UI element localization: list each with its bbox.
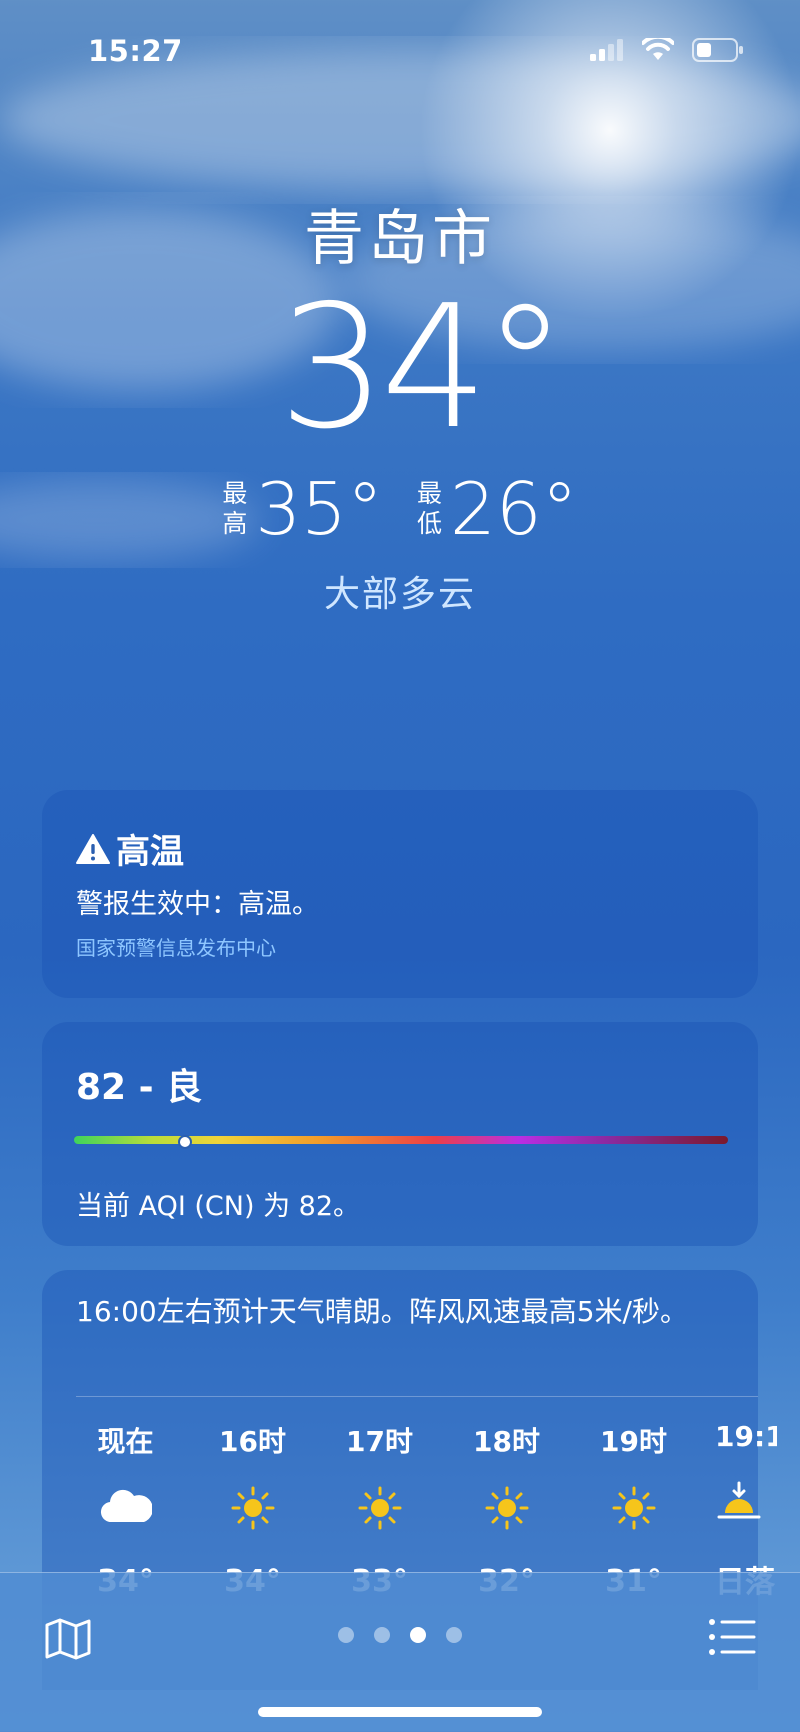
wifi-icon <box>642 38 674 60</box>
alert-title-row: 高温 <box>76 824 184 873</box>
aqi-description: 当前 AQI (CN) 为 82。 <box>76 1191 361 1222</box>
current-temperature: 34° <box>278 269 567 467</box>
high-low: 最 高 35° 最 低 26° <box>0 467 800 551</box>
high-label-char-2: 高 <box>222 509 248 538</box>
alert-source: 国家预警信息发布中心 <box>76 936 276 960</box>
aqi-indicator <box>178 1135 193 1149</box>
sun-icon <box>485 1486 529 1530</box>
city-list-button[interactable] <box>708 1617 756 1661</box>
alert-title: 高温 <box>116 832 184 872</box>
status-bar: 15:27 <box>0 0 800 110</box>
current-weather: 青岛市 34° 最 高 35° 最 低 26° 大部多云 <box>0 190 800 617</box>
cloud-icon <box>100 1486 153 1530</box>
low-label-char-2: 低 <box>417 509 443 538</box>
high-label-char-1: 最 <box>222 479 248 508</box>
low-temp-group: 最 低 26° <box>417 467 578 551</box>
page-dot[interactable] <box>338 1627 354 1643</box>
page-dot[interactable] <box>374 1627 390 1643</box>
bottom-toolbar <box>0 1572 800 1732</box>
warning-icon <box>76 833 110 864</box>
city-name: 青岛市 <box>304 204 496 274</box>
page-dot[interactable] <box>446 1627 462 1643</box>
aqi-scale-bar <box>74 1136 728 1144</box>
aqi-value: 82 - 良 <box>76 1067 203 1108</box>
status-icons <box>590 38 744 62</box>
list-icon <box>709 1619 756 1655</box>
hour-label: 现在 <box>97 1425 154 1458</box>
high-temp: 35° <box>255 467 383 551</box>
status-time: 15:27 <box>88 34 183 68</box>
low-label: 最 低 <box>417 479 442 539</box>
home-indicator <box>258 1707 542 1717</box>
hour-label: 16时 <box>219 1425 286 1458</box>
hour-label: 18时 <box>473 1425 540 1458</box>
battery-icon <box>692 38 743 62</box>
sun-icon <box>612 1486 656 1530</box>
weather-condition: 大部多云 <box>323 574 476 615</box>
hour-label: 19时 <box>600 1425 667 1458</box>
high-label: 最 高 <box>222 479 247 539</box>
hourly-summary: 16:00左右预计天气晴朗。阵风风速最高5米/秒。 <box>76 1295 688 1328</box>
low-label-char-1: 最 <box>417 479 443 508</box>
cellular-signal-icon <box>590 39 623 61</box>
sun-icon <box>231 1486 275 1530</box>
low-temp: 26° <box>450 467 578 551</box>
alert-body: 警报生效中：高温。 <box>76 889 319 920</box>
hour-label: 17时 <box>346 1425 413 1458</box>
sun-icon <box>358 1486 402 1530</box>
page-indicator[interactable] <box>0 1627 800 1643</box>
alert-card[interactable]: 高温 警报生效中：高温。 国家预警信息发布中心 <box>42 790 758 998</box>
high-temp-group: 最 高 35° <box>222 467 383 551</box>
hour-label: 19:1 <box>715 1420 777 1453</box>
sunset-icon <box>697 1479 761 1523</box>
air-quality-card[interactable]: 82 - 良 当前 AQI (CN) 为 82。 <box>42 1022 758 1246</box>
page-dot-active[interactable] <box>410 1627 426 1643</box>
divider <box>76 1396 758 1397</box>
